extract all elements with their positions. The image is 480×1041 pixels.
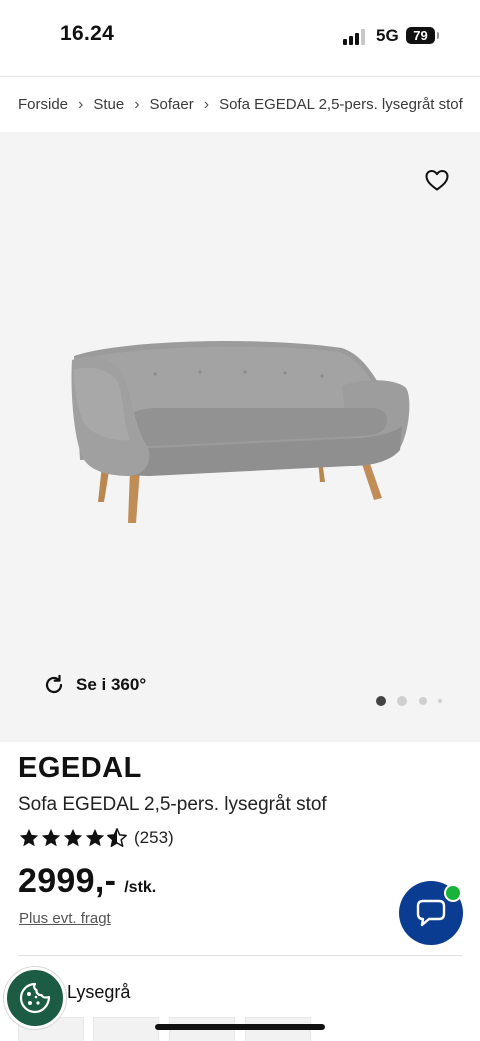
product-name: Sofa EGEDAL 2,5-pers. lysegråt stof bbox=[18, 794, 327, 815]
star-half-icon bbox=[107, 828, 127, 847]
status-bar: 16.24 5G 79 bbox=[0, 0, 480, 76]
chat-online-indicator bbox=[444, 884, 462, 902]
review-count: (253) bbox=[134, 828, 174, 847]
gallery-dot-1[interactable] bbox=[376, 696, 386, 706]
star-icon bbox=[63, 828, 83, 847]
gallery-dot-3[interactable] bbox=[419, 697, 427, 705]
cookie-icon bbox=[19, 982, 51, 1014]
home-indicator bbox=[155, 1024, 325, 1030]
star-icon bbox=[85, 828, 105, 847]
chat-bubble-icon bbox=[416, 899, 446, 927]
chevron-right-icon: › bbox=[134, 95, 140, 113]
view-360-label: Se i 360° bbox=[76, 675, 147, 694]
price-unit: /stk. bbox=[124, 879, 157, 896]
network-type: 5G bbox=[376, 26, 399, 45]
breadcrumb-link-forside[interactable]: Forside bbox=[18, 96, 68, 113]
star-icon bbox=[19, 828, 39, 847]
battery-icon: 79 bbox=[406, 27, 439, 44]
chevron-right-icon: › bbox=[78, 95, 84, 113]
status-time: 16.24 bbox=[60, 22, 115, 45]
divider bbox=[18, 955, 462, 956]
product-rating[interactable]: (253) bbox=[18, 826, 174, 850]
breadcrumb-current[interactable]: Sofa EGEDAL 2,5-pers. lysegråt stof bbox=[219, 96, 463, 113]
product-image-sofa bbox=[71, 341, 410, 523]
freight-link[interactable]: Plus evt. fragt bbox=[19, 910, 111, 927]
gallery-dot-4[interactable] bbox=[438, 699, 442, 703]
rotate-360-icon bbox=[45, 674, 63, 694]
gallery-dot-2[interactable] bbox=[397, 696, 407, 706]
color-selection-label: : Lysegrå bbox=[56, 982, 130, 1003]
breadcrumb-link-stue[interactable]: Stue bbox=[93, 96, 124, 113]
rating-stars bbox=[18, 827, 128, 849]
color-value: Lysegrå bbox=[67, 982, 131, 1002]
product-brand: EGEDAL bbox=[18, 752, 142, 784]
breadcrumb-link-sofaer[interactable]: Sofaer bbox=[150, 96, 194, 113]
product-price: 2999,- /stk. bbox=[18, 862, 156, 901]
breadcrumb: Forside › Stue › Sofaer › Sofa EGEDAL 2,… bbox=[0, 76, 480, 132]
view-360-button[interactable]: Se i 360° bbox=[42, 672, 146, 698]
signal-icon bbox=[343, 29, 369, 45]
favorite-heart-icon[interactable] bbox=[424, 168, 450, 192]
star-icon bbox=[41, 828, 61, 847]
price-value: 2999,- bbox=[18, 862, 117, 900]
color-swatch-2[interactable] bbox=[93, 1017, 159, 1041]
chevron-right-icon: › bbox=[203, 95, 210, 113]
cookie-settings-button[interactable] bbox=[4, 967, 66, 1029]
